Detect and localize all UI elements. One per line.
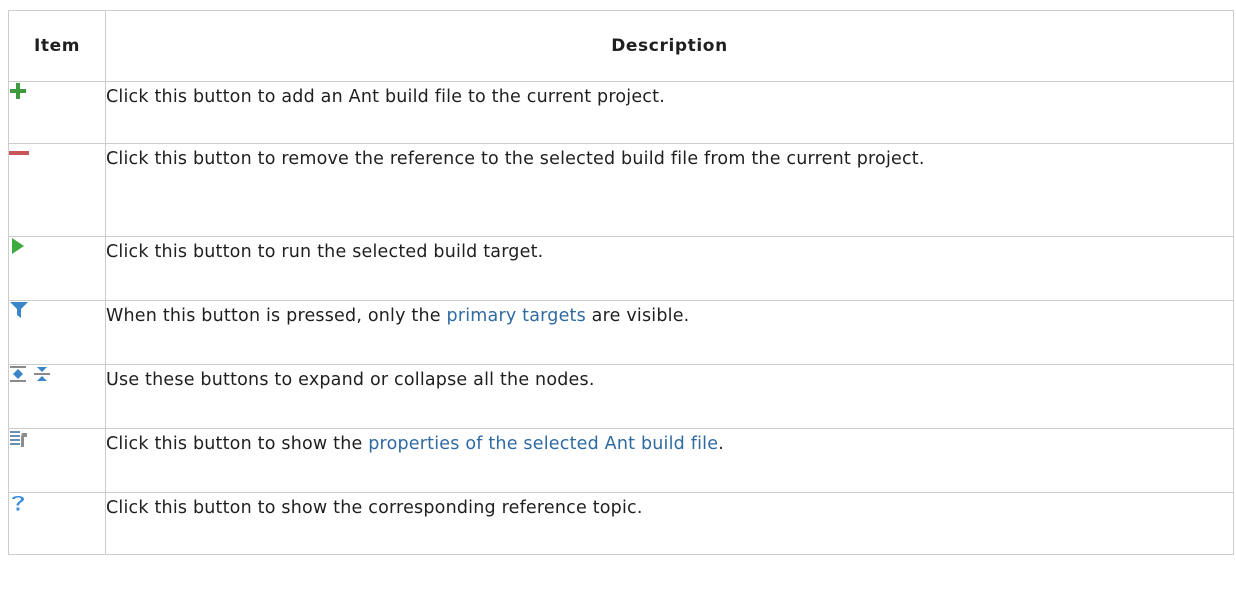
item-cell: [8, 81, 106, 144]
table-row: When this button is pressed, only the pr…: [8, 300, 1234, 365]
column-header-description: Description: [105, 10, 1234, 82]
table-row: Click this button to add an Ant build fi…: [8, 81, 1234, 144]
toolbar-reference-table: Item Description Click this button to ad…: [8, 10, 1234, 555]
collapse-all-icon: [34, 367, 50, 381]
description-text: are visible.: [585, 306, 690, 326]
table-header-row: Item Description: [8, 10, 1234, 82]
description-text: Click this button to show the: [106, 434, 369, 454]
table-row: Click this button to show the correspond…: [8, 492, 1234, 555]
description-text: When this button is pressed, only the: [106, 306, 447, 326]
expand-all-icon: [10, 366, 26, 382]
table-row: Click this button to show the properties…: [8, 428, 1234, 493]
help-icon: [12, 496, 24, 511]
description-cell: When this button is pressed, only the pr…: [105, 300, 1234, 365]
expand-collapse-icons: [10, 366, 50, 382]
remove-icon: [9, 151, 29, 155]
add-icon: [10, 83, 26, 99]
table-row: Click this button to run the selected bu…: [8, 236, 1234, 301]
description-cell: Click this button to run the selected bu…: [105, 236, 1234, 301]
description-cell: Click this button to show the properties…: [105, 428, 1234, 493]
table-row: Click this button to remove the referenc…: [8, 143, 1234, 237]
column-header-item: Item: [8, 10, 106, 82]
item-cell: [8, 364, 106, 429]
item-cell: [8, 300, 106, 365]
description-cell: Click this button to add an Ant build fi…: [105, 81, 1234, 144]
item-cell: [8, 236, 106, 301]
item-cell: [8, 143, 106, 237]
description-text: .: [718, 434, 724, 454]
table-row: Use these buttons to expand or collapse …: [8, 364, 1234, 429]
primary-targets-link[interactable]: primary targets: [447, 306, 586, 326]
description-cell: Use these buttons to expand or collapse …: [105, 364, 1234, 429]
filter-icon: [10, 302, 28, 318]
item-cell: [8, 492, 106, 555]
description-cell: Click this button to show the correspond…: [105, 492, 1234, 555]
item-cell: [8, 428, 106, 493]
run-icon: [12, 238, 24, 254]
properties-icon: [10, 431, 27, 447]
description-cell: Click this button to remove the referenc…: [105, 143, 1234, 237]
properties-link[interactable]: properties of the selected Ant build fil…: [368, 434, 718, 454]
